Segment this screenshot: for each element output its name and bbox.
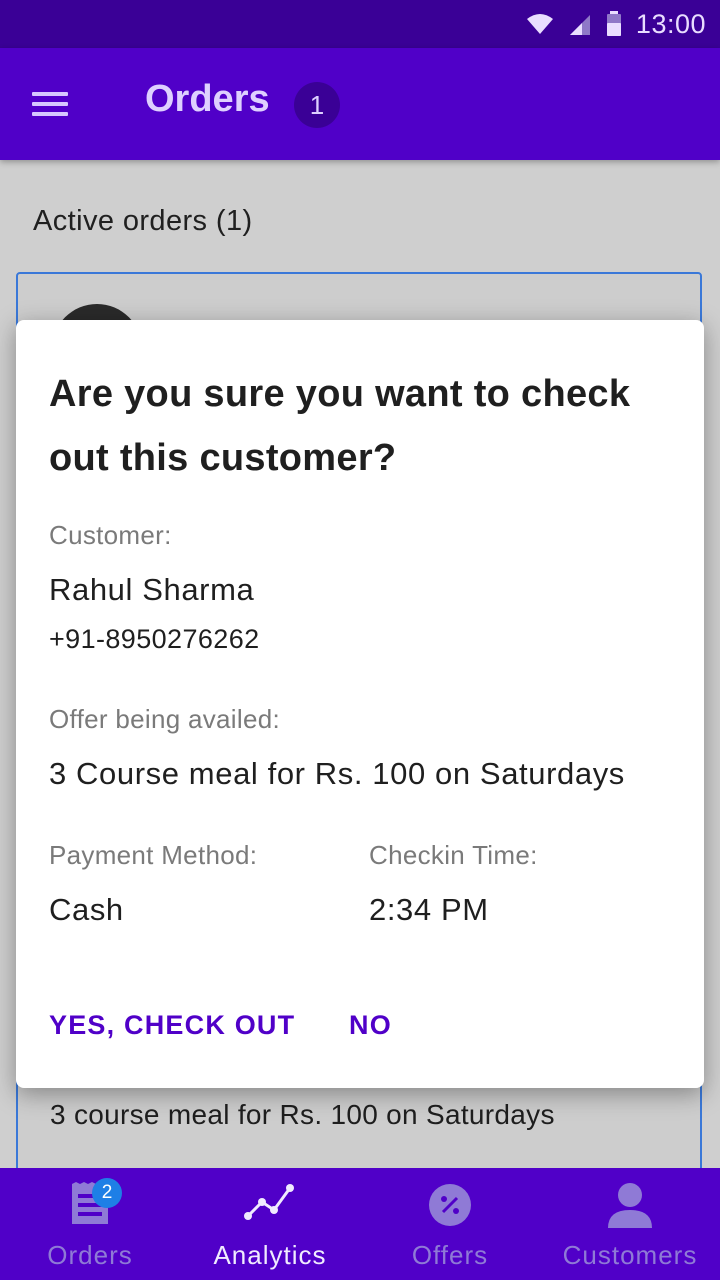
nav-label-customers: Customers: [562, 1240, 698, 1270]
payment-method-label: Payment Method:: [49, 840, 258, 870]
checkout-dialog: Are you sure you want to check out this …: [16, 320, 704, 1088]
payment-method-value: Cash: [49, 892, 124, 927]
orders-badge: 2: [92, 1178, 122, 1208]
nav-label-orders: Orders: [47, 1240, 133, 1270]
offer-badge-icon: [429, 1184, 471, 1226]
customer-name: Rahul Sharma: [49, 572, 255, 607]
dialog-title: Are you sure you want to check out this …: [49, 373, 631, 479]
nav-label-analytics: Analytics: [213, 1240, 327, 1270]
app-bar: Orders 1: [0, 48, 720, 160]
bottom-nav: 2 Orders Analytics Offers Customers: [0, 1168, 720, 1280]
nav-item-offers[interactable]: Offers: [360, 1168, 540, 1280]
person-icon: [608, 1183, 652, 1228]
offer-label: Offer being availed:: [49, 704, 280, 734]
analytics-icon: [244, 1184, 294, 1220]
nav-item-orders[interactable]: 2 Orders: [0, 1168, 180, 1280]
page-title: Orders: [145, 78, 270, 120]
nav-label-offers: Offers: [411, 1240, 489, 1270]
active-orders-heading: Active orders (1): [33, 205, 253, 237]
customer-phone: +91-8950276262: [49, 624, 260, 654]
checkin-time-label: Checkin Time:: [369, 840, 538, 870]
signal-icon: [569, 15, 590, 35]
customer-label: Customer:: [49, 520, 172, 550]
nav-item-customers[interactable]: Customers: [540, 1168, 720, 1280]
order-count-badge: 1: [294, 82, 340, 128]
cancel-button[interactable]: NO: [349, 1010, 392, 1041]
menu-icon[interactable]: [24, 84, 76, 124]
checkin-time-value: 2:34 PM: [369, 892, 489, 927]
nav-item-analytics[interactable]: Analytics: [180, 1168, 360, 1280]
offer-value: 3 Course meal for Rs. 100 on Saturdays: [49, 756, 625, 791]
order-card-offer: 3 course meal for Rs. 100 on Saturdays: [50, 1099, 555, 1130]
battery-icon: [606, 11, 621, 36]
status-icons: 13:00: [526, 8, 706, 40]
status-time: 13:00: [635, 8, 706, 39]
status-bar: 13:00: [0, 0, 720, 48]
confirm-checkout-button[interactable]: YES, CHECK OUT: [49, 1010, 295, 1041]
wifi-icon: [526, 14, 553, 34]
